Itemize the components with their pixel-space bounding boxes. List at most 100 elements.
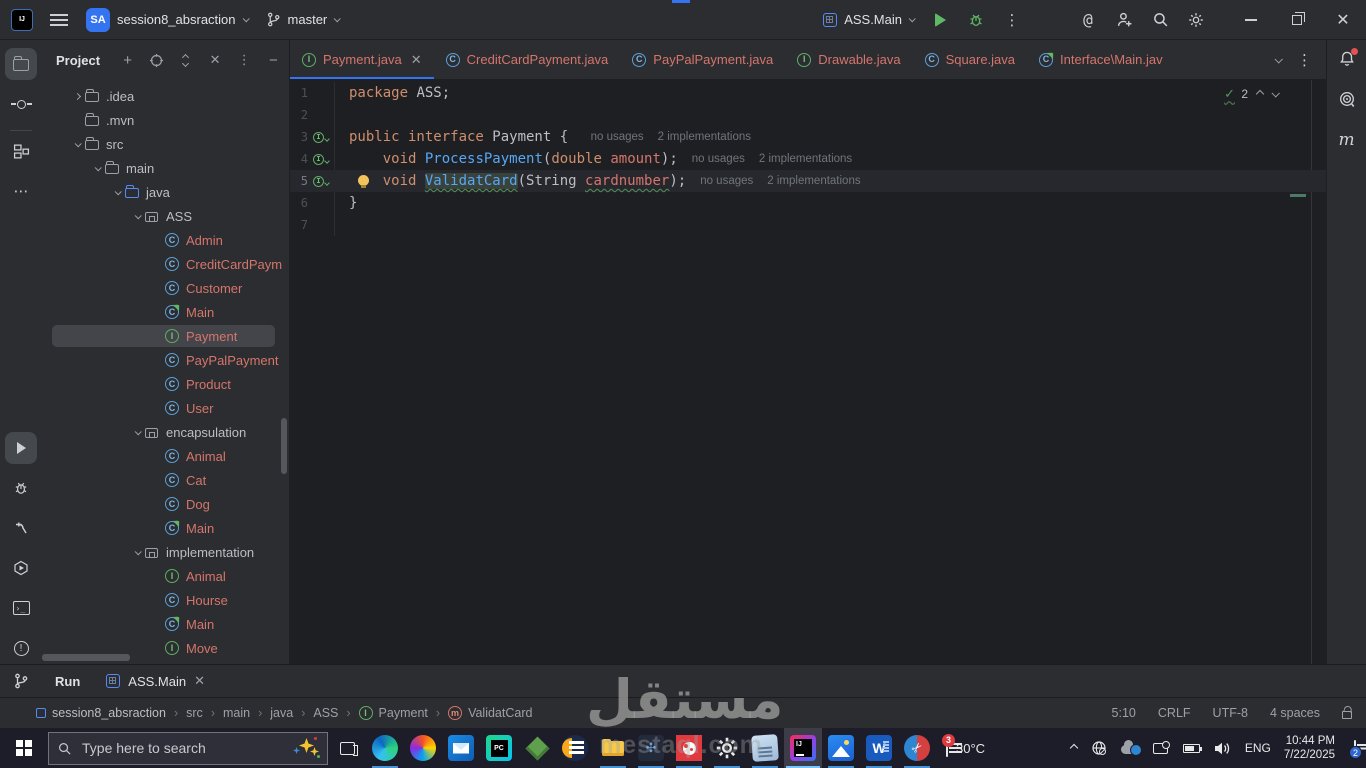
line-number[interactable]: 1 [290,86,308,100]
tree-item-animal[interactable]: IAnimal [42,564,289,588]
breadcrumb-ass[interactable]: ASS [313,706,338,720]
code-line-2[interactable]: 2 [290,104,1326,126]
start-button[interactable] [0,728,48,768]
breadcrumb-main[interactable]: main [223,706,250,720]
breadcrumb-java[interactable]: java [270,706,293,720]
tree-item-main[interactable]: CMain [42,300,289,324]
chevron-down-icon[interactable] [135,212,142,219]
run-button[interactable] [922,5,958,35]
git-toolwindow-button[interactable] [0,673,42,689]
restore-button[interactable] [1274,1,1320,39]
project-widget[interactable]: SA session8_absraction [86,8,248,32]
hide-panel-icon[interactable]: − [266,51,281,69]
tree-item-hourse[interactable]: CHourse [42,588,289,612]
task-view-button[interactable] [328,728,366,768]
battery-icon[interactable] [1183,744,1201,753]
more-actions-button[interactable]: ⋮ [994,5,1030,35]
tab-options-kebab-icon[interactable]: ⋮ [1297,51,1312,69]
code-line-6[interactable]: 6} [290,192,1326,214]
tree-item-encapsulation[interactable]: encapsulation [42,420,289,444]
chevron-right-icon[interactable] [74,92,81,99]
maven-toolwindow-button[interactable]: m [1338,130,1354,150]
tray-expand-chevron-icon[interactable] [1070,744,1078,752]
services-toolwindow-button[interactable] [5,552,37,584]
chevron-down-icon[interactable] [135,548,142,555]
vcs-branch-widget[interactable]: master [266,12,340,27]
tab-list-chevron-icon[interactable] [1274,55,1282,63]
more-toolwindows-button[interactable]: ⋯ [5,175,37,207]
line-number[interactable]: 4 [290,152,308,166]
close-tab-icon[interactable]: ✕ [411,52,422,68]
terminal-toolwindow-button[interactable]: ›_ [5,592,37,624]
search-everywhere-button[interactable] [1142,5,1178,35]
taskbar-app-edge[interactable] [366,728,404,768]
tree-item-main[interactable]: CMain [42,516,289,540]
tree-item-product[interactable]: CProduct [42,372,289,396]
ai-assistant-toolwindow-button[interactable] [1338,90,1356,108]
editor-tab-payment-java[interactable]: IPayment.java✕ [290,40,434,79]
implementations-gutter-icon[interactable]: I [313,154,329,165]
kebab-icon[interactable]: ⋮ [237,51,252,69]
editor-tab-square-java[interactable]: CSquare.java [913,40,1027,79]
code-line-3[interactable]: 3Ipublic interface Payment { no usages2 … [290,126,1326,148]
code-with-me-button[interactable] [1106,5,1142,35]
commit-toolwindow-button[interactable] [5,88,37,120]
collapse-all-icon[interactable]: ✕ [208,51,223,69]
notifications-button[interactable] [1338,50,1356,68]
taskbar-clock[interactable]: 10:44 PM 7/22/2025 [1284,734,1335,763]
gutter-slot[interactable]: I [308,132,334,143]
tree-item-dog[interactable]: CDog [42,492,289,516]
breadcrumb-payment[interactable]: IPayment [359,706,428,720]
tree-item-admin[interactable]: CAdmin [42,228,289,252]
tree-item-java[interactable]: java [42,180,289,204]
chevron-down-icon[interactable] [95,164,102,171]
taskbar-search-input[interactable]: Type here to search [48,732,328,765]
build-toolwindow-button[interactable] [5,512,37,544]
editor-tab-drawable-java[interactable]: IDrawable.java [785,40,912,79]
tree-item-main[interactable]: main [42,156,289,180]
tree-item-.mvn[interactable]: .mvn [42,108,289,132]
chevron-down-icon[interactable] [135,428,142,435]
code-line-4[interactable]: 4I void ProcessPayment(double amount);no… [290,148,1326,170]
code-line-1[interactable]: 1package ASS; [290,82,1326,104]
file-encoding[interactable]: UTF-8 [1213,706,1248,720]
display-cast-icon[interactable] [1152,743,1170,754]
language-indicator[interactable]: ENG [1245,741,1271,755]
tree-item-implementation[interactable]: implementation [42,540,289,564]
caret-position[interactable]: 5:10 [1112,706,1136,720]
breadcrumb-src[interactable]: src [186,706,203,720]
editor-tab-paypalpayment-java[interactable]: CPayPalPayment.java [620,40,785,79]
run-tab[interactable]: ASS.Main ✕ [106,673,205,689]
tree-item-main[interactable]: CMain [42,612,289,636]
debug-button[interactable] [958,5,994,35]
taskbar-app-netbeans[interactable] [518,728,556,768]
debug-toolwindow-button[interactable] [5,472,37,504]
project-toolwindow-button[interactable] [5,48,37,80]
main-menu-icon[interactable] [50,14,68,26]
taskbar-app-word[interactable]: W [860,728,898,768]
code-editor[interactable]: ✓ 2 1package ASS;23Ipublic interface Pay… [290,80,1326,664]
tree-item-paypalpayment[interactable]: CPayPalPayment [42,348,289,372]
close-icon[interactable]: ✕ [194,673,205,689]
breadcrumb-validatcard[interactable]: mValidatCard [448,706,532,720]
indent-setting[interactable]: 4 spaces [1270,706,1320,720]
chevron-down-icon[interactable] [75,140,82,147]
taskbar-app-pycharm[interactable]: PC [480,728,518,768]
tree-item-cat[interactable]: CCat [42,468,289,492]
line-number[interactable]: 5 [290,174,308,188]
run-toolwindow-button[interactable] [5,432,37,464]
add-icon[interactable]: + [120,51,135,69]
taskbar-app-mail[interactable] [442,728,480,768]
line-number[interactable]: 2 [290,108,308,122]
tree-item-animal[interactable]: CAnimal [42,444,289,468]
network-globe-icon[interactable] [1090,740,1108,756]
settings-button[interactable] [1178,5,1214,35]
locate-file-icon[interactable] [149,51,164,69]
gutter-slot[interactable]: I [308,154,334,165]
implementations-gutter-icon[interactable]: I [313,176,329,187]
line-separator[interactable]: CRLF [1158,706,1191,720]
tree-item-creditcardpaym[interactable]: CCreditCardPaym [42,252,289,276]
editor-tab-creditcardpayment-java[interactable]: CCreditCardPayment.java [434,40,621,79]
structure-toolwindow-button[interactable] [5,135,37,167]
action-center-button[interactable]: 2 [1354,741,1356,755]
